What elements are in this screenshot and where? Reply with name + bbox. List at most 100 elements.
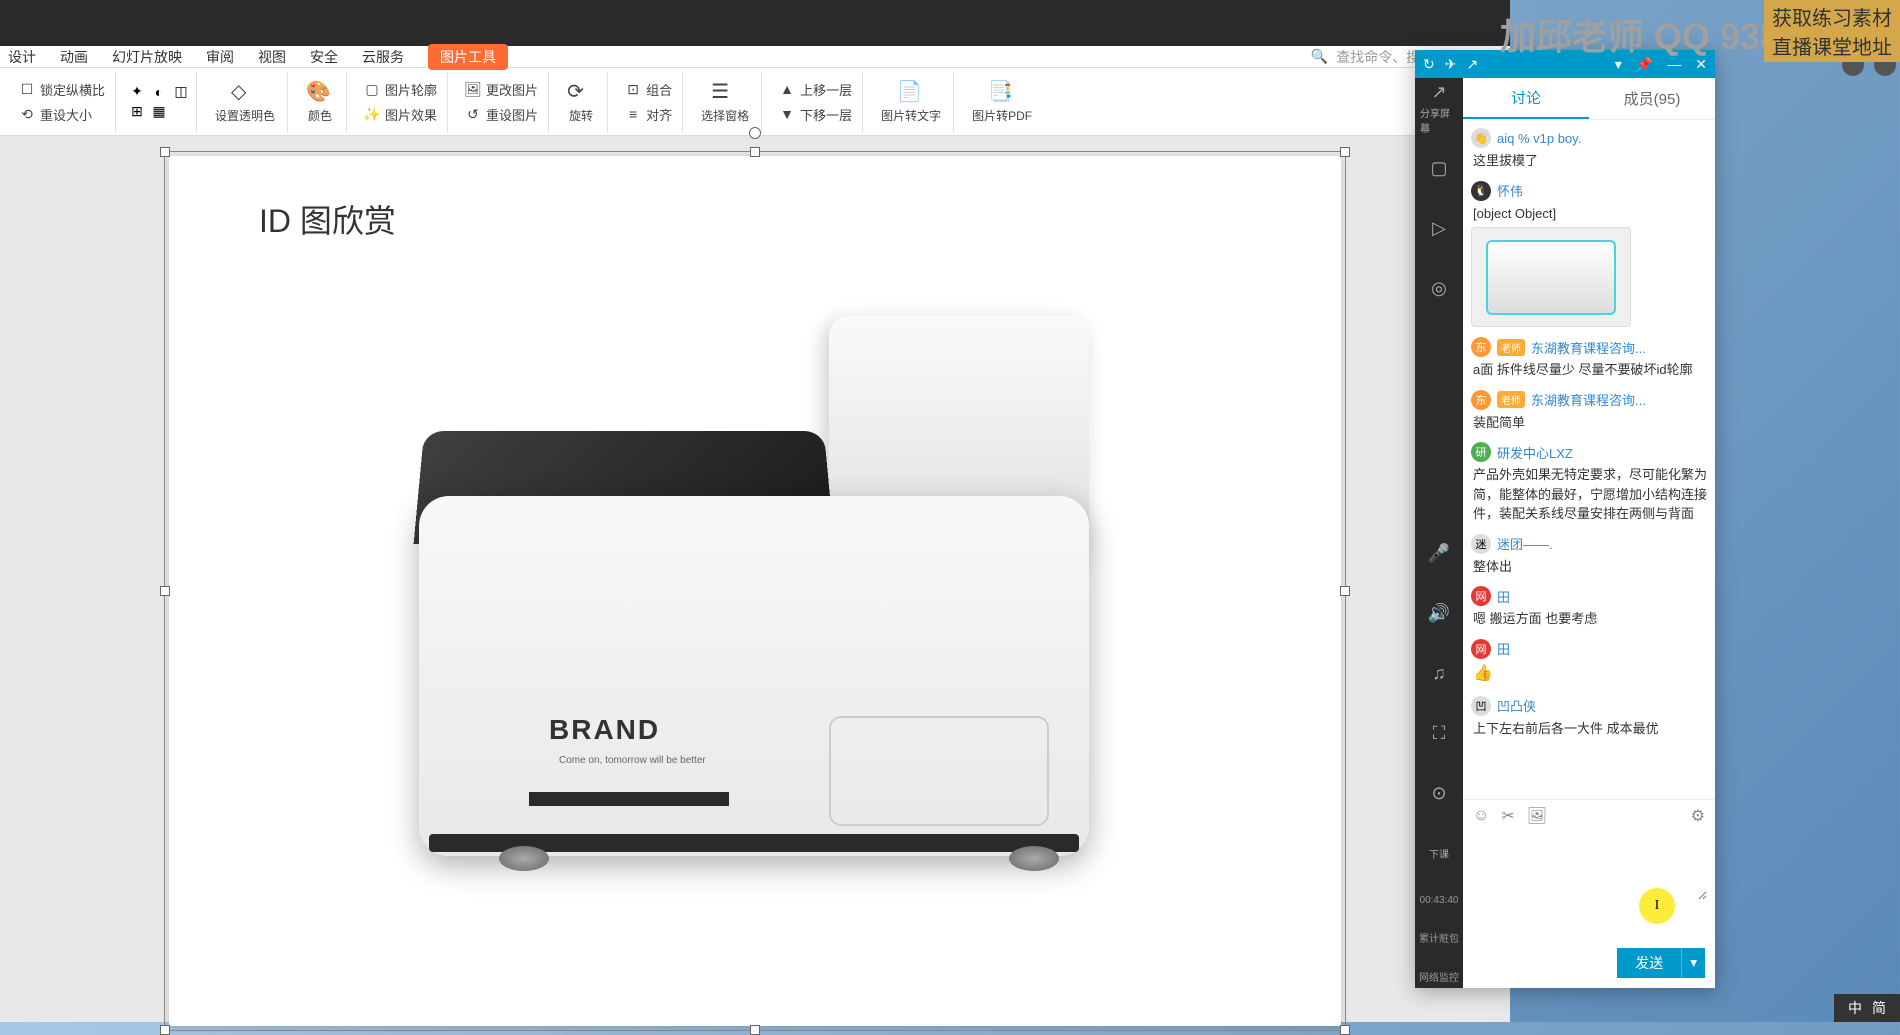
align-button[interactable]: ≡对齐 — [620, 103, 676, 126]
msg-text: 产品外壳如果无特定要求，尽可能化繁为简，能整体的最好，宁愿增加小结构连接件，装配… — [1473, 465, 1707, 524]
change-pic-button[interactable]: 🖼更改图片 — [460, 78, 542, 101]
slide[interactable]: ID 图欣赏 BRAND Come on, tomorrow will be b… — [169, 156, 1341, 1026]
avatar: 东 — [1471, 337, 1491, 357]
pic-effect-button[interactable]: ✨图片效果 — [359, 103, 441, 126]
tab-design[interactable]: 设计 — [8, 44, 36, 70]
resize-handle-bm[interactable] — [750, 1025, 760, 1035]
tab-animation[interactable]: 动画 — [60, 44, 88, 70]
slide-title: ID 图欣赏 — [259, 196, 396, 242]
rotate-button[interactable]: ⟳旋转 — [561, 77, 601, 126]
ime-mode[interactable]: 简 — [1872, 998, 1886, 1018]
message-item: 东老师东湖教育课程咨询... 装配简单 — [1471, 390, 1707, 433]
chat-sidebar: ↗分享屏幕 ▢ ▷ ◎ 🎤 🔊 ♫ ⛶ ⊙ 下课 00:43:40 累计赃包 网… — [1415, 50, 1463, 988]
resize-handle-bl[interactable] — [160, 1025, 170, 1035]
msg-username[interactable]: 田 — [1497, 639, 1510, 658]
teacher-badge: 老师 — [1497, 339, 1525, 356]
msg-text: 整体出 — [1473, 557, 1707, 577]
resize-handle-tl[interactable] — [160, 147, 170, 157]
msg-username[interactable]: 研发中心LXZ — [1497, 443, 1573, 462]
image-icon[interactable]: 🖼 — [1527, 806, 1547, 826]
pic-to-pdf-button[interactable]: 📑图片转PDF — [966, 77, 1038, 126]
resize-handle-br[interactable] — [1340, 1025, 1350, 1035]
avatar: 凹 — [1471, 696, 1491, 716]
sidebar-expand-icon[interactable]: ⛶ — [1420, 711, 1458, 755]
title-bar — [0, 0, 1510, 46]
pic-to-text-button[interactable]: 📄图片转文字 — [875, 77, 947, 126]
brightness-icon[interactable]: ✦ — [128, 83, 146, 101]
group-button[interactable]: ⊡组合 — [620, 78, 676, 101]
msg-text: 这里拔模了 — [1473, 151, 1707, 171]
msg-username[interactable]: 东湖教育课程咨询... — [1531, 338, 1646, 357]
sidebar-play-icon[interactable]: ▷ — [1420, 206, 1458, 250]
message-item: 网田 嗯 搬运方面 也要考虑 — [1471, 586, 1707, 629]
color-button[interactable]: 🎨颜色 — [300, 77, 340, 126]
msg-username[interactable]: 东湖教育课程咨询... — [1531, 390, 1646, 409]
tab-view[interactable]: 视图 — [258, 44, 286, 70]
sidebar-music-icon[interactable]: ♫ — [1420, 651, 1458, 695]
tab-cloud[interactable]: 云服务 — [362, 44, 404, 70]
avatar: 🐧 — [1471, 181, 1491, 201]
tab-slideshow[interactable]: 幻灯片放映 — [112, 44, 182, 70]
share-screen-button[interactable]: ↗分享屏幕 — [1420, 86, 1458, 130]
chat-messages[interactable]: 👋aiq % v1p boy. 这里拔模了 🐧怀伟 [object Object… — [1463, 120, 1715, 799]
crop-icon[interactable]: ◫ — [172, 83, 190, 101]
share-icon[interactable]: ↗ — [1466, 56, 1478, 73]
select-pane-button[interactable]: ☰选择窗格 — [695, 77, 755, 126]
msg-image[interactable] — [1471, 227, 1631, 327]
sidebar-ppt-icon[interactable]: ▢ — [1420, 146, 1458, 190]
tab-members[interactable]: 成员(95) — [1589, 78, 1715, 119]
ime-lang[interactable]: 中 — [1848, 998, 1862, 1018]
send-backward-button[interactable]: ▼下移一层 — [774, 103, 856, 126]
resize-handle-ml[interactable] — [160, 586, 170, 596]
misc-icon[interactable]: ⊞ — [128, 103, 146, 121]
message-item: 🐧怀伟 [object Object] — [1471, 181, 1707, 328]
tab-picture-tools[interactable]: 图片工具 — [428, 44, 508, 70]
canvas-area[interactable]: ID 图欣赏 BRAND Come on, tomorrow will be b… — [0, 136, 1510, 1022]
sidebar-speaker-icon[interactable]: 🔊 — [1420, 591, 1458, 635]
reset-pic-button[interactable]: ↺重设图片 — [460, 103, 542, 126]
msg-text: 上下左右前后各一大件 成本最优 — [1473, 719, 1707, 739]
product-subtext: Come on, tomorrow will be better — [559, 755, 706, 766]
chat-toolbar: ☺ ✂ 🖼 ⚙ — [1463, 799, 1715, 832]
lock-ratio-checkbox[interactable]: ☐锁定纵横比 — [14, 78, 109, 101]
ime-indicator[interactable]: 中 简 — [1834, 994, 1900, 1022]
resize-handle-mr[interactable] — [1340, 586, 1350, 596]
cursor-highlight: I — [1639, 888, 1675, 924]
refresh-icon[interactable]: ↻ — [1423, 56, 1435, 73]
chat-tabs: 讨论 成员(95) — [1463, 78, 1715, 120]
send-dropdown[interactable]: ▾ — [1681, 948, 1705, 978]
avatar: 网 — [1471, 639, 1491, 659]
sidebar-clock-icon[interactable]: ⊙ — [1420, 771, 1458, 815]
misc2-icon[interactable]: ▦ — [150, 103, 168, 121]
scissors-icon[interactable]: ✂ — [1501, 806, 1514, 826]
reset-size-button[interactable]: ⟲重设大小 — [14, 103, 109, 126]
search-icon[interactable]: 🔍 — [1311, 48, 1328, 65]
send-button[interactable]: 发送 — [1617, 948, 1681, 978]
gear-icon[interactable]: ⚙ — [1691, 806, 1705, 826]
tab-discuss[interactable]: 讨论 — [1463, 78, 1589, 119]
ribbon: ☐锁定纵横比 ⟲重设大小 ✦ ◐ ◫ ⊞ ▦ ◇设置透明色 🎨颜色 ▢图片轮廓 … — [0, 68, 1510, 136]
stats-label-1: 累计赃包 — [1415, 926, 1463, 949]
msg-username[interactable]: 迷团——. — [1497, 534, 1553, 553]
chat-input[interactable] — [1471, 840, 1707, 900]
resize-handle-tm[interactable] — [750, 147, 760, 157]
class-end-button[interactable]: 下课 — [1420, 831, 1458, 875]
sidebar-mic-icon[interactable]: 🎤 — [1420, 531, 1458, 575]
tab-review[interactable]: 审阅 — [206, 44, 234, 70]
sidebar-target-icon[interactable]: ◎ — [1420, 266, 1458, 310]
pic-outline-button[interactable]: ▢图片轮廓 — [359, 78, 441, 101]
msg-username[interactable]: 田 — [1497, 587, 1510, 606]
rotate-handle[interactable] — [749, 127, 761, 139]
avatar: 研 — [1471, 442, 1491, 462]
set-transparent-button[interactable]: ◇设置透明色 — [209, 77, 281, 126]
msg-username[interactable]: 怀伟 — [1497, 181, 1523, 200]
tab-security[interactable]: 安全 — [310, 44, 338, 70]
emoji-icon[interactable]: ☺ — [1473, 807, 1489, 825]
msg-emoji: 👍 — [1473, 662, 1707, 686]
resize-handle-tr[interactable] — [1340, 147, 1350, 157]
msg-username[interactable]: 凹凸侠 — [1497, 696, 1536, 715]
msg-username[interactable]: aiq % v1p boy. — [1497, 131, 1581, 146]
contrast-icon[interactable]: ◐ — [150, 83, 168, 101]
bring-forward-button[interactable]: ▲上移一层 — [774, 78, 856, 101]
send-plane-icon[interactable]: ✈ — [1445, 56, 1457, 73]
